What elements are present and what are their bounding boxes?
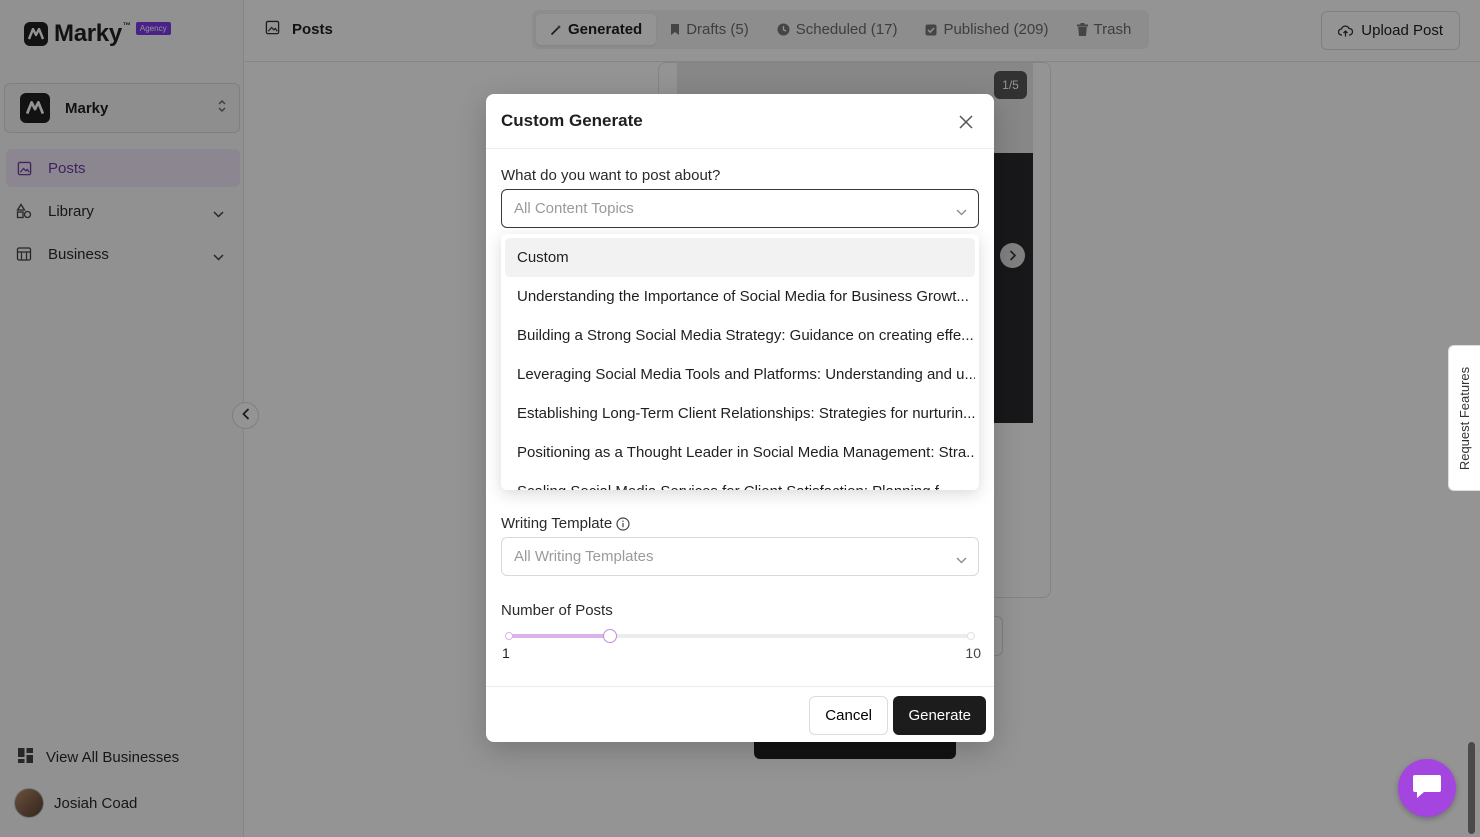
chat-button[interactable]: [1398, 759, 1456, 817]
slider-thumb[interactable]: [603, 629, 617, 643]
dropdown-option[interactable]: Leveraging Social Media Tools and Platfo…: [505, 355, 975, 394]
info-icon[interactable]: [616, 516, 630, 531]
writing-template-label: Writing Template: [501, 515, 630, 532]
chat-icon: [1412, 773, 1442, 804]
dropdown-option[interactable]: Scaling Social Media Services for Client…: [505, 472, 975, 490]
dropdown-option[interactable]: Building a Strong Social Media Strategy:…: [505, 316, 975, 355]
slider-max-value: 10: [965, 645, 981, 661]
request-features-label: Request Features: [1457, 366, 1472, 470]
select-placeholder: All Writing Templates: [514, 548, 654, 565]
chevron-down-icon: [956, 551, 967, 568]
dropdown-option[interactable]: Understanding the Importance of Social M…: [505, 277, 975, 316]
chevron-down-icon: [956, 203, 967, 220]
close-icon[interactable]: [956, 112, 976, 132]
modal-title: Custom Generate: [501, 111, 643, 130]
dropdown-option[interactable]: Positioning as a Thought Leader in Socia…: [505, 433, 975, 472]
number-of-posts-label: Number of Posts: [501, 602, 613, 619]
cancel-button[interactable]: Cancel: [809, 696, 888, 735]
modal-footer: Cancel Generate: [486, 686, 994, 742]
request-features-tab[interactable]: Request Features: [1448, 345, 1480, 491]
slider-min-value: 1: [502, 645, 510, 661]
dropdown-option[interactable]: Establishing Long-Term Client Relationsh…: [505, 394, 975, 433]
content-topic-select[interactable]: All Content Topics: [501, 189, 979, 228]
scrollbar[interactable]: [1468, 742, 1475, 834]
writing-template-label-text: Writing Template: [501, 515, 613, 532]
number-of-posts-slider[interactable]: [505, 629, 975, 643]
slider-fill: [506, 634, 610, 638]
topic-dropdown-list[interactable]: Custom Understanding the Importance of S…: [501, 234, 979, 490]
writing-template-select[interactable]: All Writing Templates: [501, 537, 979, 576]
slider-max-dot: [967, 632, 975, 640]
topic-label: What do you want to post about?: [501, 167, 721, 184]
generate-button[interactable]: Generate: [893, 696, 986, 735]
modal-header: Custom Generate: [486, 94, 994, 149]
dropdown-option[interactable]: Custom: [505, 238, 975, 277]
select-placeholder: All Content Topics: [514, 200, 634, 217]
custom-generate-modal: Custom Generate What do you want to post…: [486, 94, 994, 742]
slider-min-dot: [505, 632, 513, 640]
